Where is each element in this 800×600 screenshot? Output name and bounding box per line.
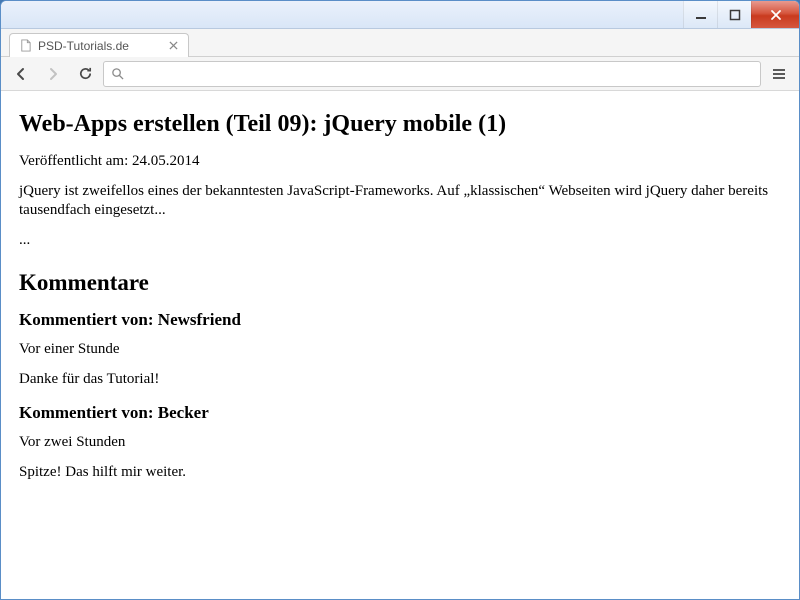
article-intro: jQuery ist zweifellos eines der bekannte… (19, 182, 781, 221)
address-bar[interactable] (103, 61, 761, 87)
browser-window: PSD-Tutorials.de Web-Apps erstellen (Tei… (0, 0, 800, 600)
address-input[interactable] (128, 62, 754, 86)
back-button[interactable] (7, 61, 35, 87)
browser-tab[interactable]: PSD-Tutorials.de (9, 33, 189, 57)
comment-author: Kommentiert von: Becker (19, 403, 781, 423)
reload-button[interactable] (71, 61, 99, 87)
window-maximize-button[interactable] (717, 1, 751, 28)
menu-button[interactable] (765, 61, 793, 87)
page-icon (18, 39, 32, 53)
comment-body: Spitze! Das hilft mir weiter. (19, 463, 781, 483)
window-minimize-button[interactable] (683, 1, 717, 28)
tab-close-button[interactable] (166, 39, 180, 53)
page-content: Web-Apps erstellen (Teil 09): jQuery mob… (1, 91, 799, 599)
window-titlebar (1, 1, 799, 29)
comment-time: Vor zwei Stunden (19, 433, 781, 453)
tab-title: PSD-Tutorials.de (38, 39, 160, 53)
forward-button[interactable] (39, 61, 67, 87)
comment-author: Kommentiert von: Newsfriend (19, 310, 781, 330)
comment-body: Danke für das Tutorial! (19, 370, 781, 390)
article-title: Web-Apps erstellen (Teil 09): jQuery mob… (19, 111, 781, 138)
article-published: Veröffentlicht am: 24.05.2014 (19, 152, 781, 172)
comment-time: Vor einer Stunde (19, 340, 781, 360)
window-close-button[interactable] (751, 1, 799, 28)
search-icon (110, 67, 124, 81)
article-ellipsis: ... (19, 231, 781, 251)
tab-strip: PSD-Tutorials.de (1, 29, 799, 57)
browser-toolbar (1, 57, 799, 91)
comments-heading: Kommentare (19, 270, 781, 296)
